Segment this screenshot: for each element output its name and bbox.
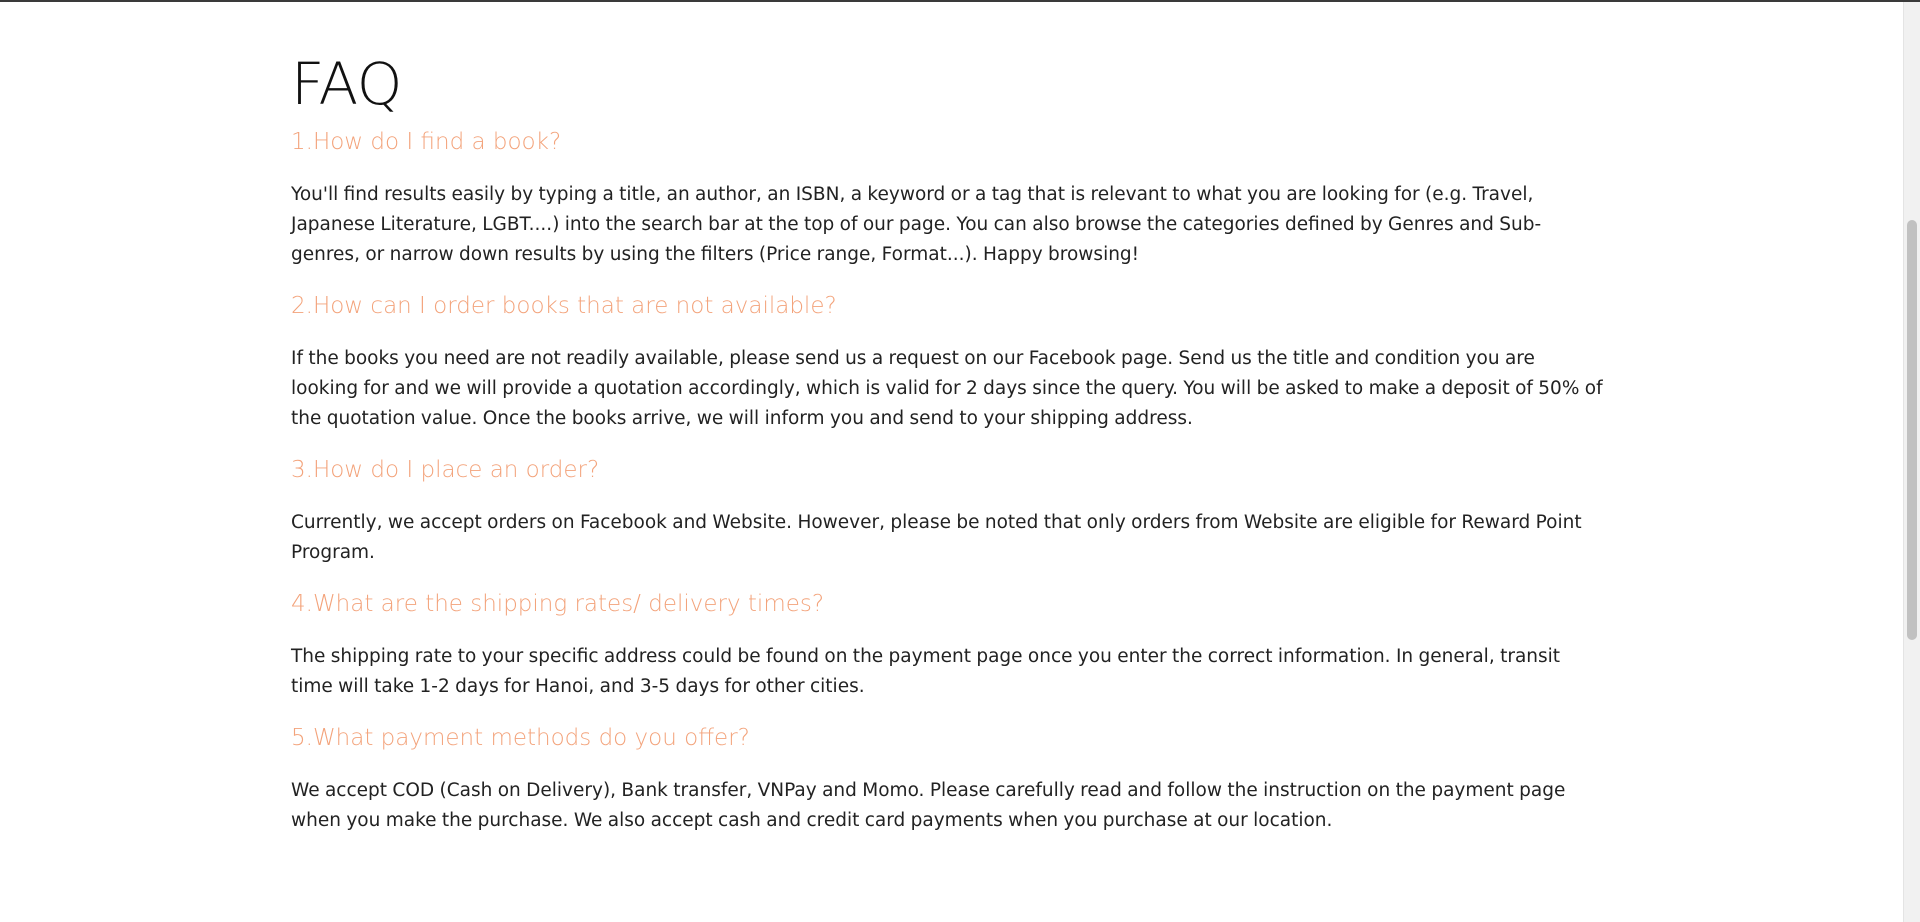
faq-question-2: 2.How can I order books that are not ava…: [291, 293, 837, 319]
faq-item-1: 1.How do I find a book? You'll find resu…: [291, 126, 1607, 270]
faq-question-5: 5.What payment methods do you offer?: [291, 725, 750, 751]
faq-answer-5: We accept COD (Cash on Delivery), Bank t…: [291, 780, 1566, 831]
faq-content: FAQ 1.How do I find a book? You'll find …: [291, 48, 1607, 836]
faq-question-3: 3.How do I place an order?: [291, 457, 600, 483]
faq-answer-4: The shipping rate to your specific addre…: [291, 646, 1561, 697]
faq-item-2: 2.How can I order books that are not ava…: [291, 290, 1607, 434]
vertical-scrollbar[interactable]: [1903, 2, 1920, 922]
faq-item-3: 3.How do I place an order? Currently, we…: [291, 454, 1607, 568]
faq-item-5: 5.What payment methods do you offer? We …: [291, 722, 1607, 836]
faq-question-4: 4.What are the shipping rates/ delivery …: [291, 591, 825, 617]
faq-item-4: 4.What are the shipping rates/ delivery …: [291, 588, 1607, 702]
scrollbar-thumb[interactable]: [1907, 220, 1917, 640]
faq-answer-2: If the books you need are not readily av…: [291, 348, 1603, 429]
faq-answer-3: Currently, we accept orders on Facebook …: [291, 512, 1582, 563]
page-title: FAQ: [291, 50, 402, 118]
faq-answer-1: You'll find results easily by typing a t…: [291, 184, 1542, 265]
faq-question-1: 1.How do I find a book?: [291, 129, 562, 155]
window-top-border: [0, 0, 1920, 2]
